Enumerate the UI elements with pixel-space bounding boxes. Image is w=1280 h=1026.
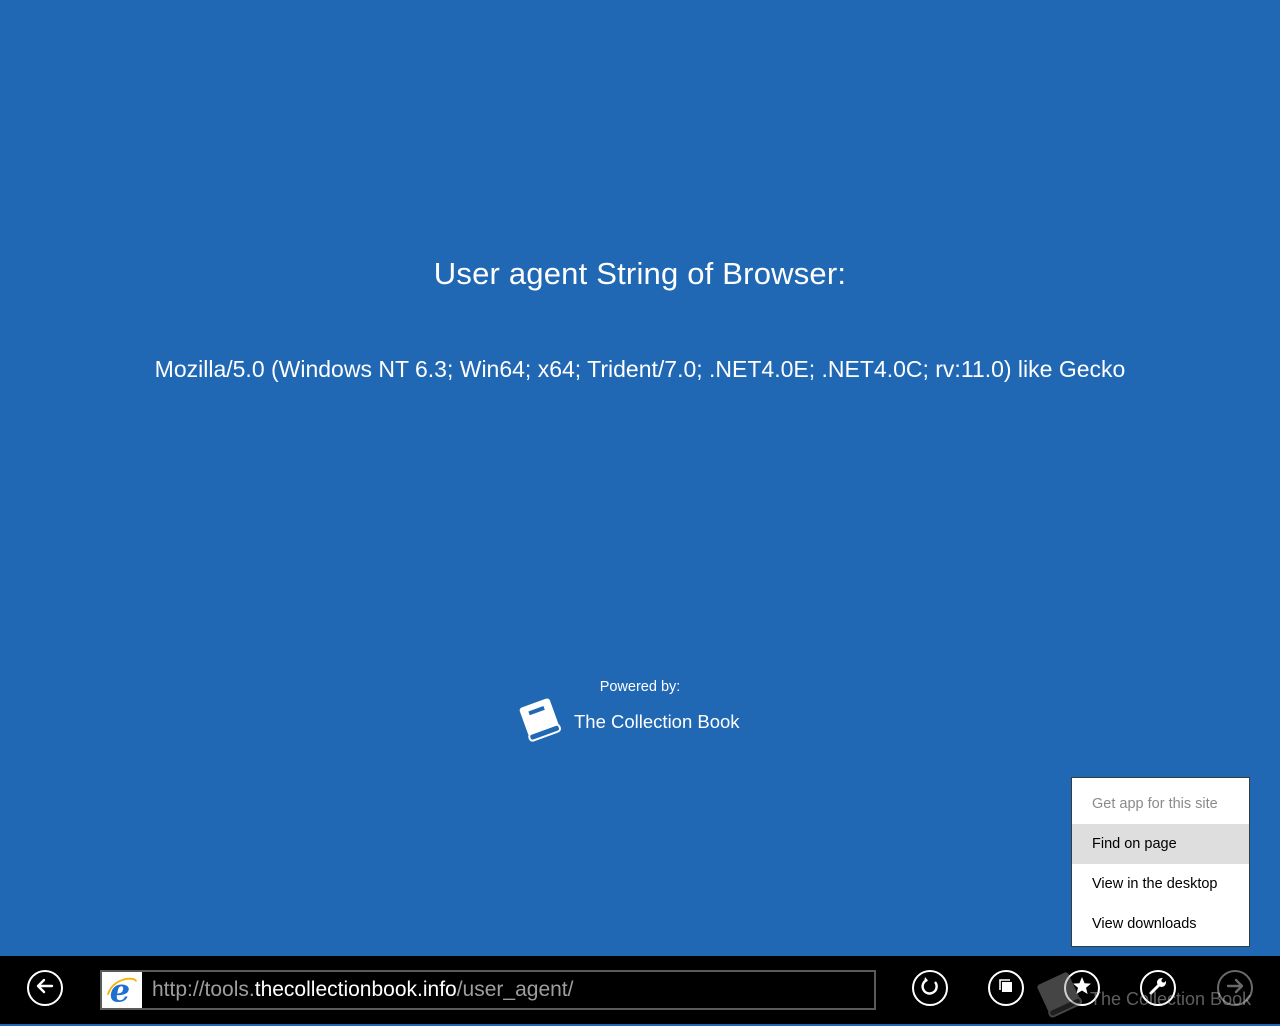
- page-tools-menu: Get app for this site Find on page View …: [1071, 777, 1250, 947]
- watermark: The Collection Book: [1030, 968, 1270, 1024]
- tabs-icon: [995, 975, 1017, 1002]
- powered-by-label: Powered by:: [599, 679, 681, 695]
- refresh-button[interactable]: [912, 970, 948, 1006]
- address-bar[interactable]: e http://tools.thecollectionbook.info/us…: [100, 970, 876, 1010]
- book-icon: [512, 694, 568, 751]
- watermark-book-icon: [1030, 967, 1088, 1026]
- back-button[interactable]: [27, 970, 63, 1006]
- internet-explorer-icon: e: [102, 972, 142, 1008]
- menu-item-get-app: Get app for this site: [1092, 796, 1218, 812]
- back-icon: [34, 975, 56, 1002]
- watermark-text: The Collection Book: [1090, 988, 1252, 1009]
- page-heading: User agent String of Browser:: [433, 256, 847, 291]
- menu-item-view-downloads[interactable]: View downloads: [1072, 904, 1249, 944]
- brand-link[interactable]: The Collection Book: [512, 696, 740, 748]
- tabs-button[interactable]: [988, 970, 1024, 1006]
- menu-item-find-on-page[interactable]: Find on page: [1072, 824, 1249, 864]
- url-path: /user_agent/: [456, 978, 574, 1001]
- url-text[interactable]: http://tools.thecollectionbook.info/user…: [152, 972, 573, 1008]
- url-prefix: http://tools.: [152, 978, 255, 1001]
- url-host: thecollectionbook.info: [254, 978, 457, 1001]
- brand-name: The Collection Book: [574, 711, 740, 732]
- refresh-icon: [919, 975, 941, 1002]
- menu-item-view-in-desktop[interactable]: View in the desktop: [1072, 864, 1249, 904]
- user-agent-string: Mozilla/5.0 (Windows NT 6.3; Win64; x64;…: [154, 356, 1126, 382]
